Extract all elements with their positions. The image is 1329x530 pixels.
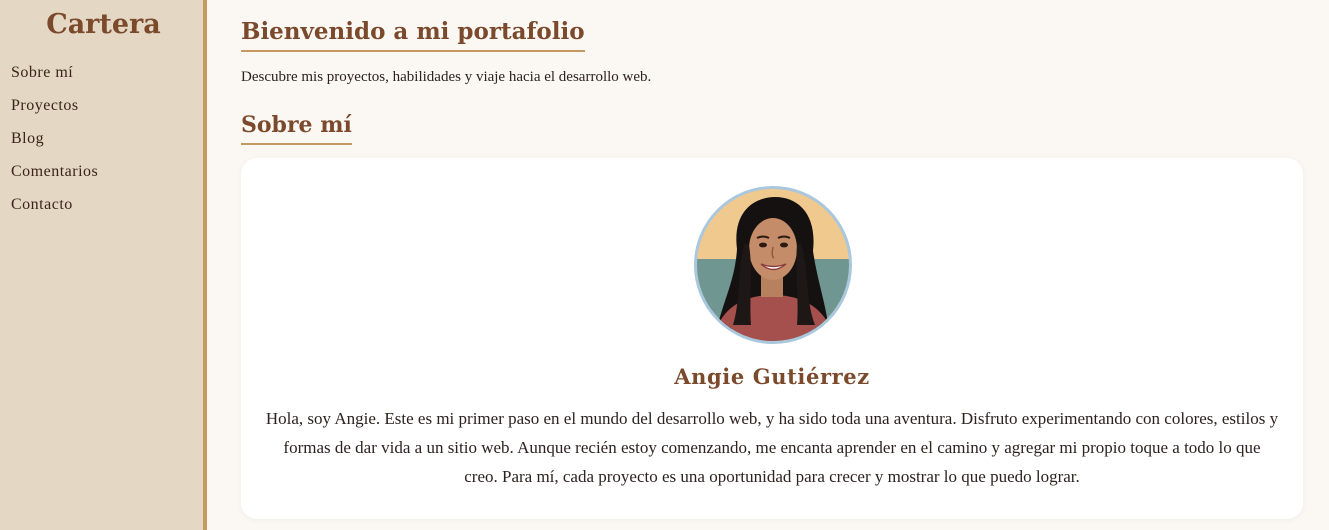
profile-bio: Hola, soy Angie. Este es mi primer paso …	[265, 409, 1279, 486]
sidebar: Cartera Sobre mí Proyectos Blog Comentar…	[0, 0, 207, 530]
sidebar-item-comentarios[interactable]: Comentarios	[11, 163, 98, 196]
profile-name: Angie Gutiérrez	[674, 364, 870, 389]
sidebar-item-contacto[interactable]: Contacto	[11, 196, 98, 229]
sidebar-nav: Sobre mí Proyectos Blog Comentarios Cont…	[11, 64, 98, 229]
about-card: Angie Gutiérrez Hola, soy Angie. Este es…	[241, 158, 1303, 519]
sidebar-item-blog[interactable]: Blog	[11, 130, 98, 163]
portrait-illustration	[697, 189, 849, 341]
brand-title: Cartera	[46, 9, 161, 40]
section-title-sobre-mi: Sobre mí	[241, 112, 352, 145]
avatar	[694, 186, 852, 344]
page-title: Bienvenido a mi portafolio	[241, 18, 585, 52]
page-tagline: Descubre mis proyectos, habilidades y vi…	[241, 69, 652, 85]
sidebar-item-sobre-mi[interactable]: Sobre mí	[11, 64, 98, 97]
sidebar-item-proyectos[interactable]: Proyectos	[11, 97, 98, 130]
